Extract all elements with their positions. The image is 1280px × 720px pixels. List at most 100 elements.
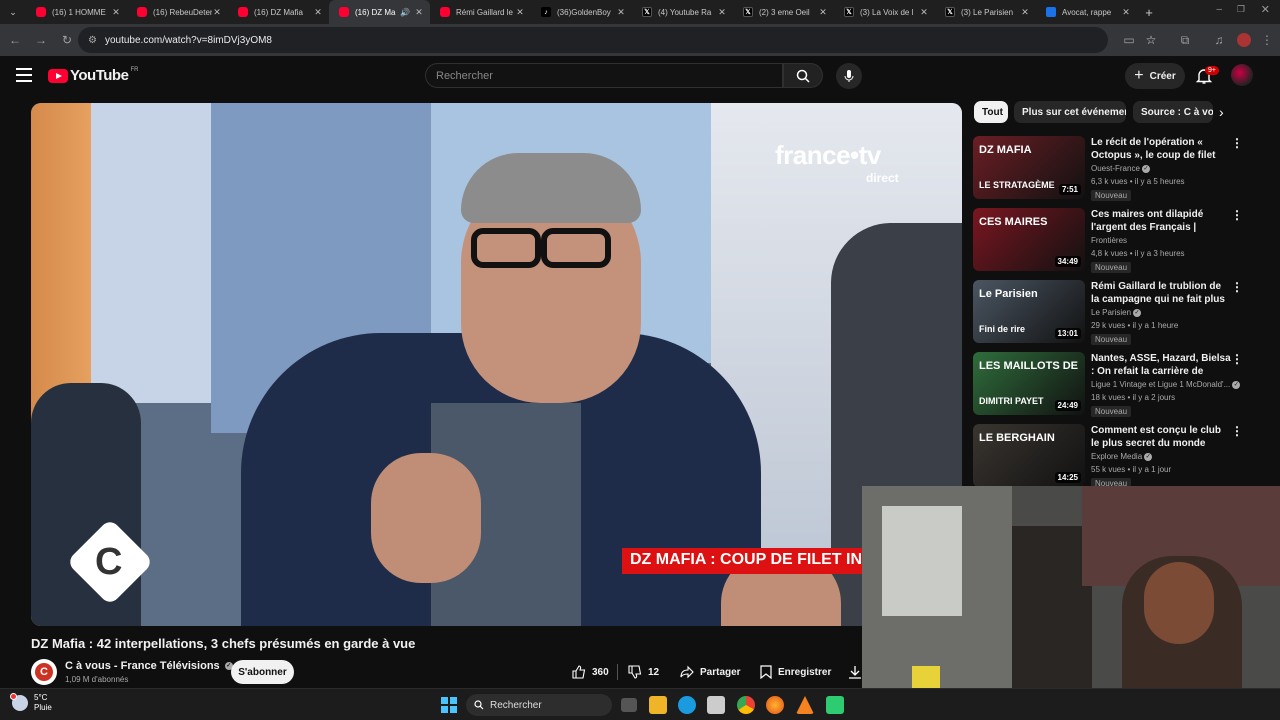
download-button[interactable] [848,660,868,684]
more-options-icon[interactable]: ⋮ [1231,136,1243,150]
browser-tab[interactable]: (16) DZ Ma 🔊 ✕ [329,0,430,24]
tab-close-icon[interactable]: ✕ [515,7,525,18]
tab-close-icon[interactable]: ✕ [616,7,626,18]
bookmark-star-icon[interactable]: ☆ [1138,27,1164,53]
recommended-title[interactable]: Le récit de l'opération « Octopus », le … [1091,136,1231,163]
taskbar-search[interactable]: Rechercher [466,694,612,716]
tab-close-icon[interactable]: ✕ [111,7,121,18]
store-icon[interactable] [707,696,725,714]
tab-close-icon[interactable]: ✕ [414,7,424,18]
recommended-channel[interactable]: Frontières [1091,236,1127,245]
browser-tab[interactable]: 𝕏 (4) Youtube Ra ✕ [632,0,733,24]
edge-icon[interactable] [678,696,696,714]
video-thumbnail[interactable]: LE BERGHAIN 14:25 [973,424,1085,487]
file-explorer-icon[interactable] [649,696,667,714]
profile-avatar-icon[interactable] [1237,33,1251,47]
voice-search-button[interactable] [836,63,862,89]
browser-tab[interactable]: (16) RebeuDeter ✕ [127,0,228,24]
tab-label: Avocat, rappe [1062,7,1112,17]
tab-close-icon[interactable]: ✕ [818,7,828,18]
more-options-icon[interactable]: ⋮ [1231,352,1243,366]
recommended-video[interactable]: CES MAIRES 34:49 Ces maires ont dilapidé l… [973,208,1263,273]
extensions-icon[interactable]: ⧉ [1172,27,1198,53]
app-icon[interactable] [826,696,844,714]
video-thumbnail[interactable]: LES MAILLOTS DE DIMITRI PAYET 24:49 [973,352,1085,415]
chip-tout[interactable]: Tout [974,101,1008,123]
search-button[interactable] [783,63,823,88]
task-view-icon[interactable] [621,698,637,712]
tab-close-icon[interactable]: ✕ [212,7,222,18]
recommended-channel[interactable]: Ligue 1 Vintage et Ligue 1 McDonald'... ✓ [1091,380,1241,389]
forward-icon[interactable]: → [28,27,54,53]
tab-close-icon[interactable]: ✕ [313,7,323,18]
recommended-title[interactable]: Ces maires ont dilapidé l'argent des Fra… [1091,208,1231,235]
taskbar-search-label: Rechercher [490,699,542,711]
recommended-video[interactable]: DZ MAFIA LE STRATAGÈME 7:51 Le récit de l'o… [973,136,1263,201]
more-options-icon[interactable]: ⋮ [1231,208,1243,222]
recommended-video[interactable]: LE BERGHAIN 14:25 Comment est conçu le clu… [973,424,1263,489]
vlc-icon[interactable] [796,696,814,714]
address-bar[interactable]: ⚙ youtube.com/watch?v=8imDVj3yOM8 [78,27,1108,53]
save-button[interactable]: Enregistrer [760,660,831,684]
reload-icon[interactable]: ↻ [54,27,80,53]
site-info-icon[interactable]: ⚙ [88,35,97,46]
tab-audio-icon[interactable]: 🔊 [400,8,410,17]
browser-tab[interactable]: Avocat, rappe ✕ [1036,0,1137,24]
youtube-logo[interactable]: YouTube FR [48,67,138,84]
close-window-icon[interactable]: ✕ [1261,3,1270,16]
channel-name[interactable]: C à vous - France Télévisions ✓ [65,660,233,672]
menu-icon[interactable] [16,68,32,82]
browser-menu-icon[interactable]: ⋮ [1254,27,1280,53]
browser-tab[interactable]: 𝕏 (2) 3 eme Oeil ✕ [733,0,834,24]
dislike-button[interactable]: 12 [628,660,659,684]
create-button[interactable]: + Créer [1125,63,1185,89]
recommended-title[interactable]: Rémi Gaillard le trublion de la campagne… [1091,280,1231,307]
subscribe-button[interactable]: S'abonner [231,660,294,684]
account-avatar[interactable] [1231,64,1253,86]
recommended-title[interactable]: Comment est conçu le club le plus secret… [1091,424,1231,450]
browser-tab[interactable]: (16) 1 HOMME ✕ [26,0,127,24]
chrome-icon[interactable] [737,696,755,714]
search-input[interactable]: Rechercher [425,63,783,88]
share-button[interactable]: Partager [680,660,741,684]
firefox-icon[interactable] [766,696,784,714]
minimize-icon[interactable]: – [1216,4,1222,15]
maximize-icon[interactable]: ❐ [1237,4,1245,15]
recommended-channel[interactable]: Ouest-France ✓ [1091,164,1150,173]
recommended-channel[interactable]: Le Parisien ✓ [1091,308,1142,317]
back-icon[interactable]: ← [2,27,28,53]
recommended-channel[interactable]: Explore Media ✓ [1091,452,1153,461]
browser-tab[interactable]: (16) DZ Mafia ✕ [228,0,329,24]
new-tab-button[interactable]: + [1137,5,1161,20]
channel-avatar[interactable]: C [31,659,57,685]
tab-close-icon[interactable]: ✕ [1020,7,1030,18]
chips-next-icon[interactable]: › [1219,104,1224,120]
recommended-video[interactable]: Le Parisien Fini de rire 13:01 Rémi Gaillar… [973,280,1263,345]
recommended-title[interactable]: Nantes, ASSE, Hazard, Bielsa : On refait… [1091,352,1231,379]
windows-start-icon[interactable] [441,697,457,713]
media-control-icon[interactable]: ♫ [1206,27,1232,53]
tab-close-icon[interactable]: ✕ [717,7,727,18]
tab-close-icon[interactable]: ✕ [1121,7,1131,18]
like-button[interactable]: 360 [572,660,609,684]
weather-widget[interactable]: 5°C Pluie [10,693,52,713]
video-thumbnail[interactable]: DZ MAFIA LE STRATAGÈME 7:51 [973,136,1085,199]
browser-tab[interactable]: ♪ (36)GoldenBoy ✕ [531,0,632,24]
video-thumbnail[interactable]: CES MAIRES 34:49 [973,208,1085,271]
tab-label: (36)GoldenBoy [557,7,611,17]
browser-tab[interactable]: 𝕏 (3) Le Parisien ✕ [935,0,1036,24]
youtube-wordmark: YouTube [70,67,129,84]
tab-search-icon[interactable]: ⌄ [0,0,26,24]
browser-tab[interactable]: Rémi Gaillard le ✕ [430,0,531,24]
tab-close-icon[interactable]: ✕ [919,7,929,18]
tab-label: (3) La Voix de l [860,7,914,17]
browser-tab[interactable]: 𝕏 (3) La Voix de l ✕ [834,0,935,24]
recommended-video[interactable]: LES MAILLOTS DE DIMITRI PAYET 24:49 Nantes,… [973,352,1263,417]
more-options-icon[interactable]: ⋮ [1231,280,1243,294]
share-icon [680,665,694,679]
more-options-icon[interactable]: ⋮ [1231,424,1243,438]
chip-source[interactable]: Source : C à vous [1133,101,1213,123]
chip-event[interactable]: Plus sur cet événement [1014,101,1126,123]
video-thumbnail[interactable]: Le Parisien Fini de rire 13:01 [973,280,1085,343]
verified-icon: ✓ [1133,308,1142,317]
